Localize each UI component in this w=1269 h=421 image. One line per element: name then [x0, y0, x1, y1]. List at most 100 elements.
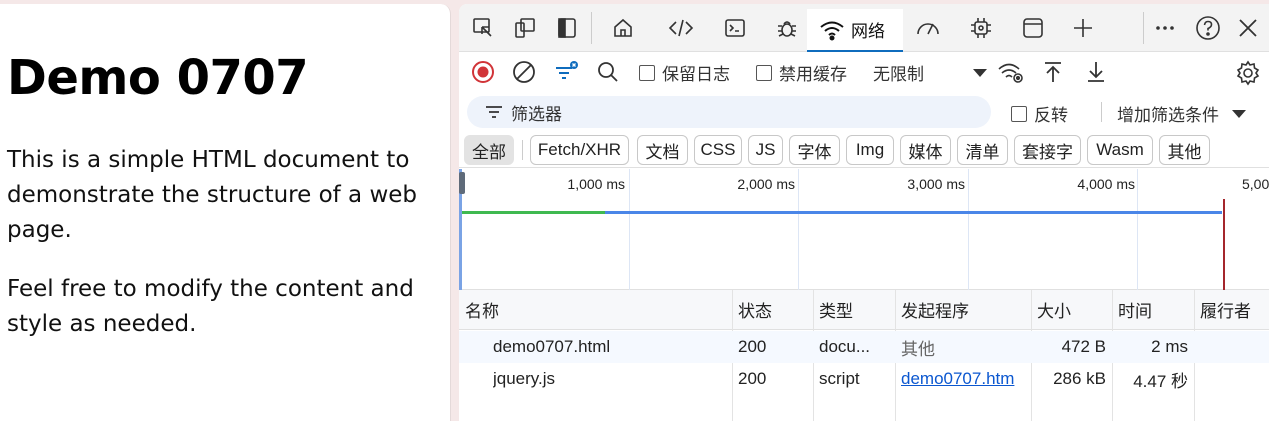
- memory-chip-icon[interactable]: [967, 14, 995, 42]
- export-har-button[interactable]: [1084, 60, 1108, 84]
- help-icon[interactable]: [1194, 14, 1222, 42]
- download-icon: [1088, 62, 1104, 82]
- chevron-down-icon: [973, 68, 987, 77]
- table-row[interactable]: jquery.js 200 script demo0707.htm 286 kB…: [459, 363, 1269, 395]
- checkbox-icon: [756, 64, 772, 81]
- column-header-fulfilled-by[interactable]: 履行者: [1194, 290, 1269, 330]
- more-tools-plus-icon[interactable]: [1069, 14, 1097, 42]
- overview-tick-label: 1,000 ms: [567, 176, 625, 192]
- column-header-time[interactable]: 时间: [1112, 290, 1194, 330]
- filter-icon: [486, 106, 502, 118]
- resource-type-filters: 全部 Fetch/XHR 文档 CSS JS 字体 Img 媒体 清单 套接字 …: [459, 132, 1269, 168]
- type-filter-other[interactable]: 其他: [1159, 135, 1210, 165]
- throttling-value: 无限制: [873, 65, 924, 84]
- overview-tick-label: 5,00: [1242, 176, 1269, 192]
- elements-code-icon[interactable]: [667, 14, 695, 42]
- console-icon[interactable]: [721, 14, 749, 42]
- devtools-tabbar: 网络: [459, 4, 1269, 52]
- record-icon: [472, 61, 494, 83]
- waterfall-bar-js: [605, 211, 1222, 214]
- checkbox-icon: [639, 64, 655, 81]
- column-header-type[interactable]: 类型: [813, 290, 895, 330]
- column-header-size[interactable]: 大小: [1031, 290, 1112, 330]
- type-filter-fetch-xhr[interactable]: Fetch/XHR: [530, 135, 629, 165]
- page-title: Demo 0707: [7, 50, 309, 106]
- network-toolbar: 保留日志 禁用缓存 无限制: [459, 52, 1269, 92]
- disable-cache-checkbox[interactable]: 禁用缓存: [756, 60, 847, 85]
- upload-icon: [1045, 62, 1061, 82]
- filter-bar: 筛选器 反转 增加筛选条件: [459, 92, 1269, 132]
- request-name: demo0707.html: [493, 337, 611, 356]
- waterfall-bar-html: [462, 211, 605, 214]
- divider: [591, 12, 592, 44]
- column-header-status[interactable]: 状态: [732, 290, 813, 330]
- request-initiator-link[interactable]: demo0707.htm: [901, 363, 1030, 395]
- overview-range-handle[interactable]: [459, 172, 465, 194]
- overview-tick-label: 4,000 ms: [1077, 176, 1135, 192]
- page-paragraph-1: This is a simple HTML document to demons…: [7, 147, 418, 243]
- close-icon[interactable]: [1234, 14, 1262, 42]
- device-emulation-icon[interactable]: [511, 14, 539, 42]
- network-settings-button[interactable]: [1235, 60, 1261, 86]
- overview-gridline: [629, 169, 630, 290]
- filter-toggle-button[interactable]: [554, 60, 580, 84]
- chevron-down-icon: [1232, 109, 1246, 118]
- type-filter-document[interactable]: 文档: [637, 135, 688, 165]
- request-type: script: [819, 369, 860, 388]
- search-button[interactable]: [596, 60, 620, 84]
- type-filter-js[interactable]: JS: [748, 135, 783, 165]
- more-options-icon[interactable]: [1151, 14, 1179, 42]
- type-filter-all[interactable]: 全部: [464, 135, 514, 165]
- more-filters-label: 增加筛选条件: [1117, 106, 1219, 125]
- type-filter-manifest[interactable]: 清单: [957, 135, 1008, 165]
- divider: [522, 140, 523, 160]
- wifi-icon: [820, 21, 844, 40]
- request-size: 286 kB: [1053, 369, 1106, 388]
- welcome-home-icon[interactable]: [609, 14, 637, 42]
- request-type: docu...: [819, 337, 871, 356]
- import-har-button[interactable]: [1041, 60, 1065, 84]
- request-time: 2 ms: [1151, 337, 1188, 356]
- divider: [1143, 12, 1144, 44]
- filter-input[interactable]: 筛选器: [467, 96, 991, 128]
- debugger-bug-icon[interactable]: [773, 14, 801, 42]
- preserve-log-checkbox[interactable]: 保留日志: [639, 60, 730, 85]
- type-filter-wasm[interactable]: Wasm: [1087, 135, 1153, 165]
- network-conditions-icon: [998, 63, 1023, 83]
- devtools-panel: 网络 保留日志 禁用缓存 无限制 筛选器 反转 增加筛选条件 全部 Fetch/…: [459, 4, 1269, 421]
- inspect-element-icon[interactable]: [469, 14, 497, 42]
- column-header-name[interactable]: 名称: [459, 290, 732, 330]
- dock-side-icon[interactable]: [553, 14, 581, 42]
- page-paragraph-2: Feel free to modify the content and styl…: [7, 276, 414, 337]
- type-filter-font[interactable]: 字体: [789, 135, 840, 165]
- type-filter-css[interactable]: CSS: [694, 135, 742, 165]
- type-filter-media[interactable]: 媒体: [900, 135, 951, 165]
- preserve-log-label: 保留日志: [662, 65, 730, 84]
- checkbox-icon: [1011, 105, 1027, 122]
- application-window-icon[interactable]: [1019, 14, 1047, 42]
- overview-gridline: [798, 169, 799, 290]
- throttling-select[interactable]: 无限制: [873, 60, 988, 85]
- network-conditions-button[interactable]: [997, 60, 1025, 84]
- type-filter-img[interactable]: Img: [846, 135, 894, 165]
- filter-placeholder: 筛选器: [511, 104, 562, 124]
- request-time: 4.47 秒: [1133, 371, 1188, 391]
- column-header-initiator[interactable]: 发起程序: [895, 290, 1031, 330]
- table-row[interactable]: demo0707.html 200 docu... 其他 472 B 2 ms: [459, 331, 1269, 363]
- invert-checkbox[interactable]: 反转: [1011, 101, 1068, 126]
- type-filter-websocket[interactable]: 套接字: [1014, 135, 1081, 165]
- more-filters-dropdown[interactable]: 增加筛选条件: [1117, 101, 1247, 126]
- request-initiator: 其他: [901, 339, 935, 359]
- record-button[interactable]: [471, 60, 495, 84]
- requests-table: 名称 状态 类型 发起程序 大小 时间 履行者 demo0707.html 20…: [459, 290, 1269, 421]
- clear-icon: [513, 61, 535, 83]
- tab-network-label: 网络: [851, 22, 885, 41]
- overview-gridline: [968, 169, 969, 290]
- tab-network[interactable]: 网络: [807, 9, 903, 52]
- overview-timeline[interactable]: 1,000 ms 2,000 ms 3,000 ms 4,000 ms 5,00: [459, 169, 1269, 290]
- clear-button[interactable]: [512, 60, 536, 84]
- invert-label: 反转: [1034, 106, 1068, 125]
- page-viewport: Demo 0707 This is a simple HTML document…: [0, 4, 451, 421]
- disable-cache-label: 禁用缓存: [779, 65, 847, 84]
- performance-gauge-icon[interactable]: [914, 14, 942, 42]
